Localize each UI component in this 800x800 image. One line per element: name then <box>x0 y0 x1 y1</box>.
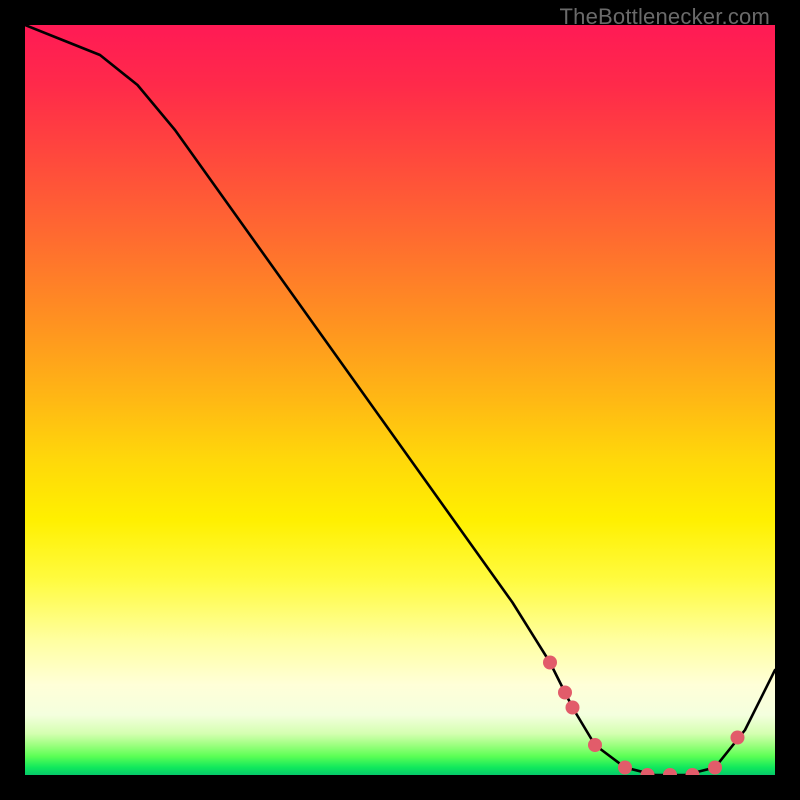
curve-marker <box>558 686 572 700</box>
plot-area <box>25 25 775 775</box>
chart-stage: TheBottlenecker.com <box>0 0 800 800</box>
curve-marker <box>566 701 580 715</box>
curve-marker <box>731 731 745 745</box>
curve-layer <box>25 25 775 775</box>
curve-marker <box>618 761 632 775</box>
bottleneck-curve <box>25 25 775 775</box>
curve-marker <box>588 738 602 752</box>
curve-markers <box>543 656 745 776</box>
curve-marker <box>686 768 700 775</box>
curve-marker <box>708 761 722 775</box>
attribution-text: TheBottlenecker.com <box>560 4 770 30</box>
curve-marker <box>641 768 655 775</box>
curve-marker <box>663 768 677 775</box>
curve-marker <box>543 656 557 670</box>
